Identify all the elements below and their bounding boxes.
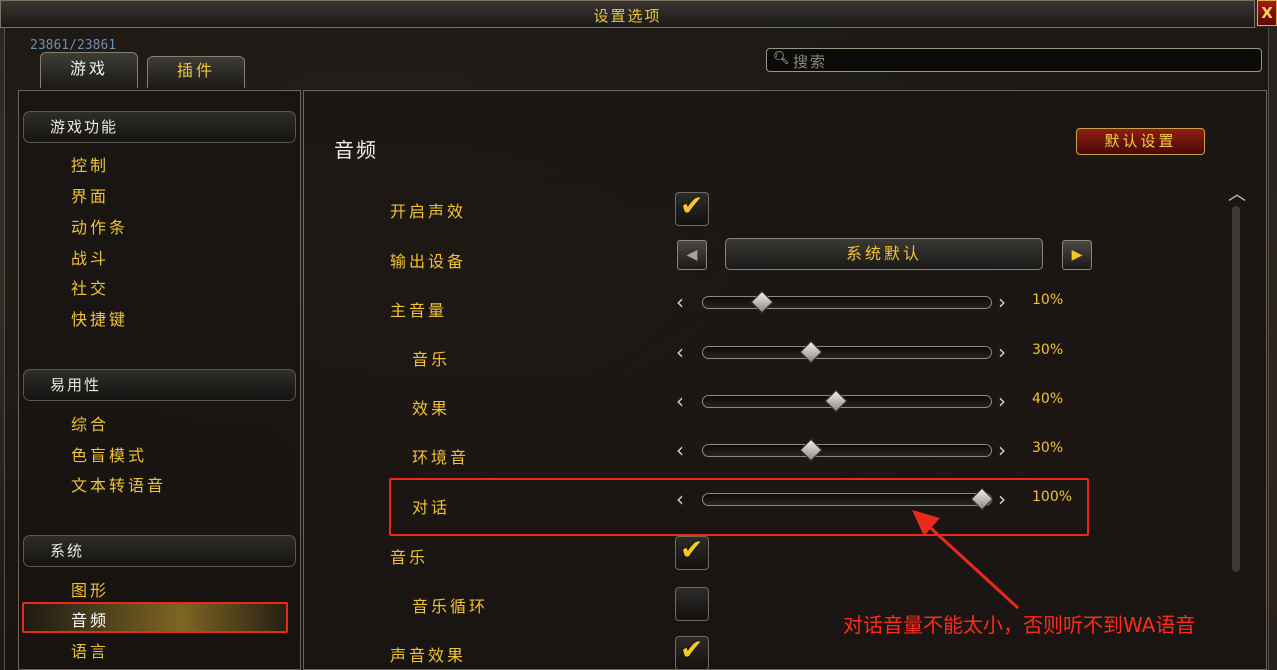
decrease-chevron-icon[interactable]: ‹ bbox=[676, 439, 684, 461]
sidebar-item-interface[interactable]: 界面 bbox=[71, 183, 109, 207]
close-button[interactable]: X bbox=[1257, 0, 1277, 26]
search-input[interactable]: 🔍︎ 搜索 bbox=[766, 48, 1262, 72]
master-volume-label: 主音量 bbox=[390, 301, 448, 320]
effects-volume-value: 40% bbox=[1032, 391, 1064, 407]
health-readout: 23861/23861 bbox=[30, 38, 117, 53]
prev-device-button[interactable]: ◀ bbox=[677, 240, 707, 270]
decrease-chevron-icon[interactable]: ‹ bbox=[676, 390, 684, 412]
slider-track[interactable] bbox=[702, 444, 992, 457]
scroll-up-icon[interactable]: ︿ bbox=[1228, 180, 1246, 206]
sidebar-item-action-bars[interactable]: 动作条 bbox=[71, 214, 128, 238]
decrease-chevron-icon[interactable]: ‹ bbox=[676, 291, 684, 313]
search-icon: 🔍︎ bbox=[773, 51, 790, 66]
increase-chevron-icon[interactable]: › bbox=[998, 291, 1006, 313]
search-placeholder: 搜索 bbox=[793, 53, 828, 71]
sidebar-item-general[interactable]: 综合 bbox=[71, 411, 109, 435]
decrease-chevron-icon[interactable]: ‹ bbox=[676, 341, 684, 363]
sidebar-item-text-to-speech[interactable]: 文本转语音 bbox=[71, 472, 166, 496]
default-settings-button[interactable]: 默认设置 bbox=[1076, 128, 1205, 155]
effects-volume-slider[interactable]: ‹ › 40% bbox=[676, 389, 1096, 414]
next-device-button[interactable]: ▶ bbox=[1062, 240, 1092, 270]
checkmark-icon: ✔ bbox=[680, 189, 704, 222]
slider-thumb[interactable] bbox=[799, 438, 823, 462]
sidebar-item-graphics[interactable]: 图形 bbox=[71, 577, 109, 601]
ambience-volume-slider[interactable]: ‹ › 30% bbox=[676, 438, 1096, 463]
ambience-volume-value: 30% bbox=[1032, 440, 1064, 456]
slider-thumb[interactable] bbox=[751, 290, 774, 314]
title-bar: 设置选项 bbox=[0, 0, 1255, 28]
output-device-dropdown[interactable]: 系统默认 bbox=[725, 238, 1043, 270]
music-toggle-label: 音乐 bbox=[390, 548, 429, 567]
music-loop-checkbox[interactable] bbox=[675, 587, 709, 621]
category-header-gameplay[interactable]: 游戏功能 bbox=[23, 111, 296, 143]
checkmark-icon: ✔ bbox=[680, 533, 704, 566]
settings-sidebar: 游戏功能 控制 界面 动作条 战斗 社交 快捷键 易用性 综合 色盲模式 文本转… bbox=[18, 90, 301, 670]
enable-sound-label: 开启声效 bbox=[390, 202, 467, 221]
sidebar-item-keybindings[interactable]: 快捷键 bbox=[71, 306, 128, 330]
sidebar-item-controls[interactable]: 控制 bbox=[71, 152, 109, 176]
slider-track[interactable] bbox=[702, 346, 992, 359]
category-header-system[interactable]: 系统 bbox=[23, 535, 296, 567]
panel-title: 音频 bbox=[334, 138, 378, 162]
category-header-accessibility[interactable]: 易用性 bbox=[23, 369, 296, 401]
checkmark-icon: ✔ bbox=[680, 633, 704, 666]
sidebar-item-language[interactable]: 语言 bbox=[71, 638, 109, 662]
increase-chevron-icon[interactable]: › bbox=[998, 390, 1006, 412]
annotation-arrow bbox=[912, 510, 1020, 610]
enable-sound-checkbox[interactable]: ✔ bbox=[675, 189, 709, 226]
music-volume-label: 音乐 bbox=[412, 350, 451, 369]
output-device-label: 输出设备 bbox=[390, 252, 467, 271]
increase-chevron-icon[interactable]: › bbox=[998, 341, 1006, 363]
sidebar-item-combat[interactable]: 战斗 bbox=[71, 245, 109, 269]
slider-thumb[interactable] bbox=[824, 389, 847, 413]
effects-volume-label: 效果 bbox=[412, 399, 451, 418]
tab-addons[interactable]: 插件 bbox=[147, 56, 245, 88]
music-volume-value: 30% bbox=[1032, 342, 1064, 358]
sound-effects-label: 声音效果 bbox=[390, 646, 467, 665]
master-volume-value: 10% bbox=[1032, 292, 1064, 308]
music-loop-label: 音乐循环 bbox=[412, 597, 489, 616]
audio-highlight-box bbox=[22, 602, 288, 633]
slider-thumb[interactable] bbox=[799, 340, 823, 364]
sidebar-item-colorblind[interactable]: 色盲模式 bbox=[71, 442, 147, 466]
sidebar-item-social[interactable]: 社交 bbox=[71, 275, 109, 299]
master-volume-slider[interactable]: ‹ › 10% bbox=[676, 290, 1096, 315]
annotation-text: 对话音量不能太小，否则听不到WA语音 bbox=[843, 613, 1196, 637]
arrow-line bbox=[920, 518, 1020, 610]
tab-game[interactable]: 游戏 bbox=[40, 52, 138, 88]
slider-track[interactable] bbox=[702, 296, 992, 309]
settings-panel bbox=[303, 90, 1267, 670]
slider-track[interactable] bbox=[702, 395, 992, 408]
music-volume-slider[interactable]: ‹ › 30% bbox=[676, 340, 1096, 365]
ambience-volume-label: 环境音 bbox=[412, 448, 470, 467]
sound-effects-checkbox[interactable]: ✔ bbox=[675, 633, 709, 670]
window-title: 设置选项 bbox=[593, 7, 662, 25]
scrollbar[interactable] bbox=[1232, 206, 1240, 572]
music-toggle-checkbox[interactable]: ✔ bbox=[675, 533, 709, 570]
increase-chevron-icon[interactable]: › bbox=[998, 439, 1006, 461]
